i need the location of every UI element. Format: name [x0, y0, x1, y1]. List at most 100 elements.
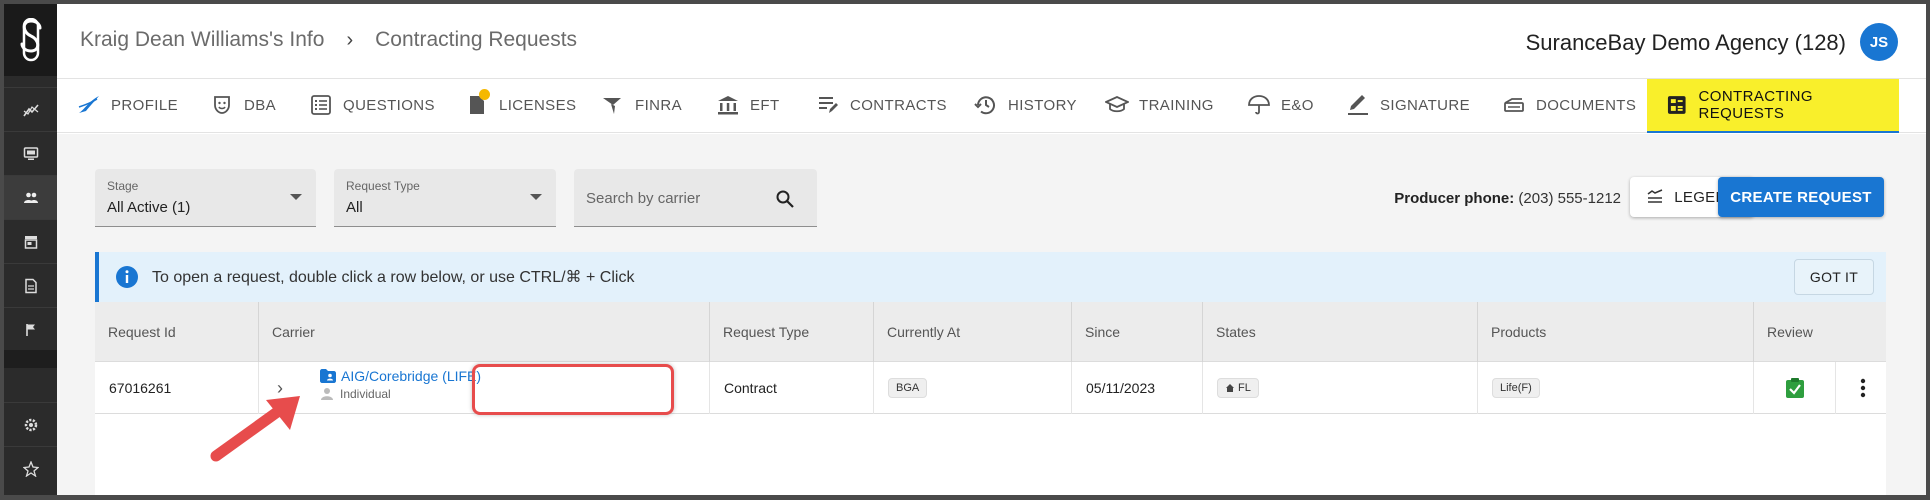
- request-type-label: Request Type: [346, 179, 420, 193]
- tab-label: FINRA: [635, 96, 682, 114]
- column-header-review[interactable]: Review: [1754, 302, 1837, 362]
- mask-icon: [214, 96, 230, 114]
- profile-icon: [78, 96, 99, 113]
- request-type-select[interactable]: Request Type All: [334, 169, 556, 227]
- tab-eo[interactable]: E&O: [1247, 79, 1314, 131]
- producer-phone-value: (203) 555-1212: [1518, 190, 1621, 207]
- documents-icon: [1504, 98, 1524, 112]
- producer-phone-label: Producer phone:: [1394, 190, 1515, 207]
- column-header-currently-at[interactable]: Currently At: [874, 302, 1072, 362]
- carrier-highlight-box: [472, 364, 674, 415]
- column-header-request-id[interactable]: Request Id: [95, 302, 259, 362]
- carrier-subtype-label: Individual: [340, 387, 391, 401]
- carrier-link[interactable]: AIG/Corebridge (LIFE): [320, 368, 481, 384]
- cell-states: FL: [1203, 362, 1478, 414]
- legend-icon: [1647, 189, 1663, 203]
- rail-settings-icon[interactable]: [4, 402, 57, 446]
- column-header-carrier[interactable]: Carrier: [259, 302, 710, 362]
- pen-icon: [1348, 95, 1368, 115]
- tab-label: CONTRACTS: [850, 96, 947, 114]
- tab-dba[interactable]: DBA: [210, 79, 276, 131]
- annotation-arrow-icon: [210, 396, 300, 462]
- tab-label: TRAINING: [1139, 96, 1214, 114]
- currently-at-chip: BGA: [888, 378, 928, 398]
- breadcrumb: Kraig Dean Williams's Info › Contracting…: [80, 28, 577, 52]
- cell-currently-at: BGA: [874, 362, 1072, 414]
- caret-down-icon: [530, 194, 542, 200]
- tab-label: EFT: [750, 96, 780, 114]
- cell-actions: [1836, 362, 1889, 414]
- rail-document-icon[interactable]: [4, 263, 57, 307]
- tab-contracts[interactable]: CONTRACTS: [816, 79, 947, 131]
- stage-select[interactable]: Stage All Active (1): [95, 169, 316, 227]
- notification-dot: [479, 89, 490, 100]
- column-header-states[interactable]: States: [1203, 302, 1478, 362]
- home-icon: [1226, 384, 1234, 392]
- cell-carrier: › AIG/Corebridge (LIFE) Individual: [259, 362, 710, 415]
- column-header-products[interactable]: Products: [1478, 302, 1754, 362]
- cell-since: 05/11/2023: [1072, 362, 1203, 414]
- rail-people-icon[interactable]: [4, 175, 57, 219]
- tab-history[interactable]: HISTORY: [974, 79, 1077, 131]
- column-header-request-type[interactable]: Request Type: [710, 302, 874, 362]
- tab-contracting-requests[interactable]: CONTRACTING REQUESTS: [1647, 79, 1899, 133]
- tab-label: DBA: [244, 96, 277, 114]
- search-icon[interactable]: [775, 189, 795, 209]
- tab-documents[interactable]: DOCUMENTS: [1502, 79, 1636, 131]
- contracts-icon: [819, 97, 838, 113]
- tab-label: SIGNATURE: [1380, 96, 1470, 114]
- info-banner: To open a request, double click a row be…: [95, 252, 1886, 302]
- table-header: Request Id Carrier Request Type Currentl…: [95, 302, 1886, 362]
- agency-name: SuranceBay Demo Agency (128): [1525, 30, 1846, 55]
- requests-icon: [1667, 96, 1686, 114]
- rail-monitor-icon[interactable]: [4, 131, 57, 175]
- carrier-search: [574, 169, 817, 227]
- carrier-name: AIG/Corebridge (LIFE): [341, 368, 482, 384]
- breadcrumb-current: Contracting Requests: [375, 28, 578, 51]
- user-avatar[interactable]: JS: [1860, 23, 1898, 61]
- tab-eft[interactable]: EFT: [716, 79, 780, 131]
- carrier-search-input[interactable]: [586, 187, 766, 209]
- main-content: Stage All Active (1) Request Type All Pr…: [57, 134, 1926, 495]
- umbrella-icon: [1248, 95, 1270, 115]
- producer-phone: Producer phone: (203) 555-1212: [1394, 190, 1621, 207]
- tab-label: PROFILE: [111, 96, 178, 114]
- page-header: Kraig Dean Williams's Info › Contracting…: [57, 4, 1926, 79]
- tab-label: QUESTIONS: [343, 96, 435, 114]
- more-vertical-icon[interactable]: [1860, 378, 1866, 398]
- bank-icon: [718, 96, 738, 115]
- tab-label: HISTORY: [1008, 96, 1077, 114]
- clipboard-check-icon[interactable]: [1785, 377, 1805, 399]
- tab-training[interactable]: TRAINING: [1105, 79, 1214, 131]
- history-icon: [974, 96, 995, 115]
- rail-flag-icon[interactable]: [4, 307, 57, 351]
- column-header-since[interactable]: Since: [1072, 302, 1203, 362]
- logo-icon: [20, 18, 41, 62]
- cell-review: [1754, 362, 1836, 414]
- person-icon: [321, 388, 333, 400]
- tab-signature[interactable]: SIGNATURE: [1346, 79, 1470, 131]
- tab-finra[interactable]: FINRA: [601, 79, 682, 131]
- cell-products: Life(F): [1478, 362, 1754, 414]
- cell-request-type: Contract: [710, 362, 874, 414]
- got-it-button[interactable]: GOT IT: [1794, 259, 1874, 295]
- rail-separator: [4, 350, 57, 368]
- table-row[interactable]: 67016261 › AIG/Corebridge (LIFE) Individ…: [95, 362, 1889, 415]
- tab-profile[interactable]: PROFILE: [77, 79, 178, 131]
- rail-badge-icon[interactable]: [4, 446, 57, 490]
- breadcrumb-parent-link[interactable]: Kraig Dean Williams's Info: [80, 28, 324, 52]
- chevron-right-icon: ›: [346, 28, 354, 51]
- training-icon: [1105, 96, 1129, 113]
- state-chip-label: FL: [1238, 382, 1251, 394]
- tab-questions[interactable]: QUESTIONS: [309, 79, 435, 131]
- create-request-button[interactable]: CREATE REQUEST: [1718, 177, 1884, 217]
- caret-down-icon: [290, 194, 302, 200]
- request-type-value: All: [346, 199, 363, 216]
- stage-label: Stage: [107, 179, 139, 193]
- app-logo[interactable]: [4, 4, 57, 76]
- carrier-info: AIG/Corebridge (LIFE) Individual: [320, 368, 481, 401]
- tab-label: DOCUMENTS: [1536, 96, 1637, 114]
- tab-licenses[interactable]: LICENSES: [465, 79, 576, 131]
- rail-analytics-icon[interactable]: [4, 87, 57, 131]
- rail-store-icon[interactable]: [4, 219, 57, 263]
